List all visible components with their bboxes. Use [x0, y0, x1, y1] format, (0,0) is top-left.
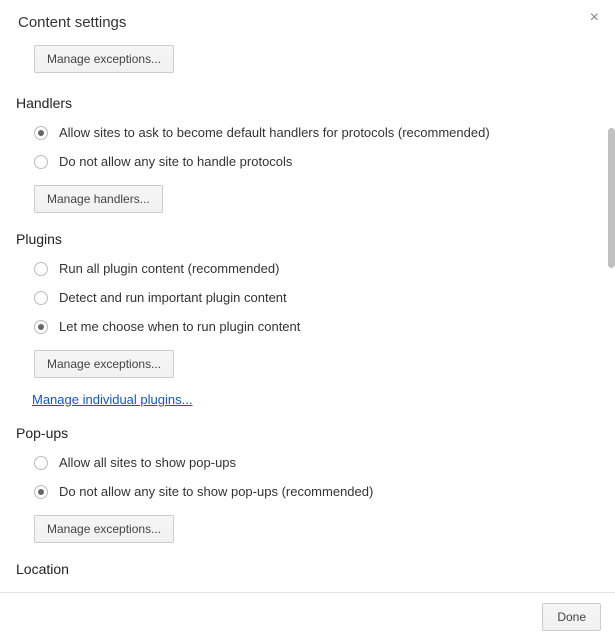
content-settings-dialog: Content settings × Manage exceptions... …: [0, 0, 615, 641]
radio-label: Do not allow any site to handle protocol…: [59, 154, 292, 169]
prior-section-button-wrap: Manage exceptions...: [34, 43, 597, 73]
dialog-footer: Done: [0, 592, 615, 641]
radio-icon: [34, 262, 48, 276]
plugins-title: Plugins: [16, 231, 597, 247]
location-title: Location: [16, 561, 597, 577]
handlers-section: Handlers Allow sites to ask to become de…: [34, 95, 597, 213]
handlers-radio-deny[interactable]: Do not allow any site to handle protocol…: [34, 154, 597, 169]
radio-icon: [34, 126, 48, 140]
plugins-section: Plugins Run all plugin content (recommen…: [34, 231, 597, 407]
manage-exceptions-popups-button[interactable]: Manage exceptions...: [34, 515, 174, 543]
location-section: Location: [34, 561, 597, 577]
plugins-radio-detect[interactable]: Detect and run important plugin content: [34, 290, 597, 305]
handlers-radio-allow[interactable]: Allow sites to ask to become default han…: [34, 125, 597, 140]
popups-title: Pop-ups: [16, 425, 597, 441]
radio-label: Let me choose when to run plugin content: [59, 319, 300, 334]
scrollbar-thumb[interactable]: [608, 128, 615, 268]
popups-section: Pop-ups Allow all sites to show pop-ups …: [34, 425, 597, 543]
radio-icon: [34, 320, 48, 334]
close-icon[interactable]: ×: [584, 8, 605, 28]
radio-label: Do not allow any site to show pop-ups (r…: [59, 484, 373, 499]
radio-label: Allow all sites to show pop-ups: [59, 455, 236, 470]
radio-label: Detect and run important plugin content: [59, 290, 287, 305]
radio-label: Run all plugin content (recommended): [59, 261, 279, 276]
manage-exceptions-button-top[interactable]: Manage exceptions...: [34, 45, 174, 73]
radio-icon: [34, 456, 48, 470]
plugins-radio-runall[interactable]: Run all plugin content (recommended): [34, 261, 597, 276]
dialog-title: Content settings: [18, 14, 597, 31]
plugins-radio-choose[interactable]: Let me choose when to run plugin content: [34, 319, 597, 334]
radio-icon: [34, 155, 48, 169]
radio-label: Allow sites to ask to become default han…: [59, 125, 490, 140]
manage-exceptions-plugins-button[interactable]: Manage exceptions...: [34, 350, 174, 378]
manage-handlers-button[interactable]: Manage handlers...: [34, 185, 163, 213]
radio-icon: [34, 291, 48, 305]
popups-radio-allow[interactable]: Allow all sites to show pop-ups: [34, 455, 597, 470]
content-scroll-area[interactable]: Manage exceptions... Handlers Allow site…: [0, 39, 615, 587]
done-button[interactable]: Done: [542, 603, 601, 631]
manage-individual-plugins-link[interactable]: Manage individual plugins...: [32, 392, 192, 407]
handlers-title: Handlers: [16, 95, 597, 111]
popups-radio-deny[interactable]: Do not allow any site to show pop-ups (r…: [34, 484, 597, 499]
radio-icon: [34, 485, 48, 499]
dialog-header: Content settings ×: [0, 0, 615, 39]
